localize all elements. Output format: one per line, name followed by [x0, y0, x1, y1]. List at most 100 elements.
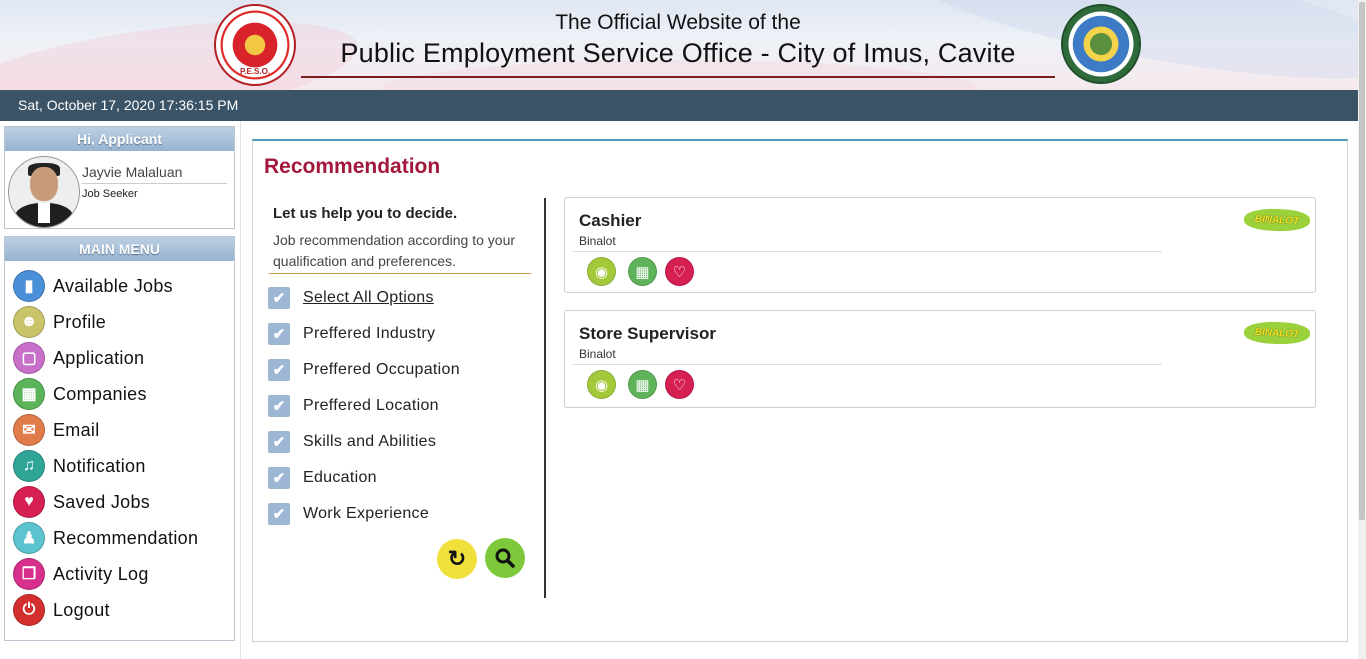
- menu-item-label: Email: [53, 419, 100, 440]
- date-time-bar: Sat, October 17, 2020 17:36:15 PM: [0, 90, 1366, 121]
- main-menu-header: MAIN MENU: [5, 237, 234, 261]
- power-icon: ⏻: [13, 594, 45, 626]
- view-company-button[interactable]: ▦: [628, 370, 657, 399]
- menu-item-companies[interactable]: ▦ Companies: [13, 377, 147, 411]
- option-skills-abilities[interactable]: ✔ Skills and Abilities: [268, 430, 436, 454]
- recommend-icon: ♟: [13, 522, 45, 554]
- checkbox-checked[interactable]: ✔: [268, 359, 290, 381]
- option-label: Preffered Location: [303, 397, 439, 414]
- option-preferred-industry[interactable]: ✔ Preffered Industry: [268, 322, 435, 346]
- header-banner: P.E.S.O. The Official Website of the Pub…: [0, 0, 1366, 90]
- checkbox-checked[interactable]: ✔: [268, 287, 290, 309]
- menu-item-profile[interactable]: ☻ Profile: [13, 305, 106, 339]
- peso-seal-logo: P.E.S.O.: [214, 4, 296, 86]
- menu-item-activity-log[interactable]: ❐ Activity Log: [13, 557, 149, 591]
- view-job-button[interactable]: ◉: [587, 370, 616, 399]
- menu-item-label: Saved Jobs: [53, 491, 151, 512]
- option-label: Preffered Occupation: [303, 361, 460, 378]
- page-title: Recommendation: [264, 155, 441, 178]
- menu-item-logout[interactable]: ⏻ Logout: [13, 593, 110, 627]
- bookmark-icon: ▮: [13, 270, 45, 302]
- menu-item-application[interactable]: ▢ Application: [13, 341, 144, 375]
- menu-item-recommendation[interactable]: ♟ Recommendation: [13, 521, 198, 555]
- job-card[interactable]: Store Supervisor Binalot BINALOT ◉ ▦ ♡: [564, 310, 1316, 408]
- header-title: Public Employment Service Office - City …: [340, 38, 1016, 68]
- save-job-button[interactable]: ♡: [665, 370, 694, 399]
- building-icon: ▦: [635, 263, 650, 281]
- company-logo-text: BINALOT: [1254, 326, 1300, 340]
- company-logo: BINALOT: [1243, 320, 1311, 346]
- menu-item-label: Activity Log: [53, 563, 149, 584]
- activity-log-icon: ❐: [13, 558, 45, 590]
- peso-logo-text: P.E.S.O.: [239, 67, 271, 76]
- checkbox-checked[interactable]: ✔: [268, 503, 290, 525]
- option-preferred-occupation[interactable]: ✔ Preffered Occupation: [268, 358, 460, 382]
- menu-item-notification[interactable]: ♫ Notification: [13, 449, 146, 483]
- option-education[interactable]: ✔ Education: [268, 466, 377, 490]
- checkbox-checked[interactable]: ✔: [268, 431, 290, 453]
- user-icon: ☻: [13, 306, 45, 338]
- heart-icon: ♡: [672, 376, 687, 394]
- option-preferred-location[interactable]: ✔ Preffered Location: [268, 394, 439, 418]
- user-panel: Hi, Applicant Jayvie Malaluan Job Seeker: [4, 126, 235, 229]
- menu-item-email[interactable]: ✉ Email: [13, 413, 100, 447]
- job-company: Binalot: [579, 347, 616, 361]
- heart-icon: ♥: [13, 486, 45, 518]
- eye-icon: ◉: [594, 263, 609, 281]
- checkbox-checked[interactable]: ✔: [268, 467, 290, 489]
- menu-item-label: Logout: [53, 599, 110, 620]
- checkbox-checked[interactable]: ✔: [268, 323, 290, 345]
- greeting-header: Hi, Applicant: [5, 127, 234, 151]
- header-divider: [301, 76, 1055, 78]
- sidebar-divider: [240, 121, 241, 659]
- folder-icon: ▢: [13, 342, 45, 374]
- job-divider: [572, 251, 1162, 252]
- bell-icon: ♫: [13, 450, 45, 482]
- company-logo-text: BINALOT: [1254, 213, 1300, 227]
- view-company-button[interactable]: ▦: [628, 257, 657, 286]
- refresh-button[interactable]: ↻: [437, 539, 477, 579]
- menu-item-available-jobs[interactable]: ▮ Available Jobs: [13, 269, 173, 303]
- recommendation-panel: Recommendation Let us help you to decide…: [252, 139, 1348, 642]
- main-menu: MAIN MENU ▮ Available Jobs ☻ Profile ▢ A…: [4, 236, 235, 641]
- save-job-button[interactable]: ♡: [665, 257, 694, 286]
- user-role: Job Seeker: [82, 188, 138, 200]
- menu-item-label: Recommendation: [53, 527, 199, 548]
- menu-item-label: Companies: [53, 383, 147, 404]
- header-subtitle: The Official Website of the: [555, 11, 801, 34]
- scrollbar-thumb[interactable]: [1359, 2, 1365, 520]
- building-icon: ▦: [13, 378, 45, 410]
- option-label: Preffered Industry: [303, 325, 436, 342]
- menu-item-label: Notification: [53, 455, 146, 476]
- option-label: Education: [303, 469, 377, 486]
- building-icon: ▦: [635, 376, 650, 394]
- job-divider: [572, 364, 1162, 365]
- avatar[interactable]: [8, 156, 80, 228]
- search-icon: [495, 548, 515, 568]
- lungsod-ng-imus-seal-logo: [1061, 4, 1141, 84]
- user-name: Jayvie Malaluan: [82, 164, 227, 184]
- menu-item-saved-jobs[interactable]: ♥ Saved Jobs: [13, 485, 150, 519]
- search-button[interactable]: [485, 538, 525, 578]
- option-label: Work Experience: [303, 505, 430, 522]
- menu-item-label: Profile: [53, 311, 107, 332]
- option-work-experience[interactable]: ✔ Work Experience: [268, 502, 429, 526]
- menu-item-label: Available Jobs: [53, 275, 173, 296]
- help-text: Job recommendation according to your qua…: [273, 232, 516, 269]
- job-card[interactable]: Cashier Binalot BINALOT ◉ ▦ ♡: [564, 197, 1316, 293]
- refresh-icon: ↻: [447, 546, 467, 571]
- option-label: Skills and Abilities: [303, 433, 437, 450]
- option-select-all[interactable]: ✔ Select All Options: [268, 286, 434, 310]
- recommendation-filters: Let us help you to decide. Job recommend…: [268, 198, 546, 598]
- job-title[interactable]: Cashier: [579, 211, 641, 231]
- help-title: Let us help you to decide.: [273, 205, 458, 222]
- job-title[interactable]: Store Supervisor: [579, 324, 716, 344]
- eye-icon: ◉: [594, 376, 609, 394]
- option-label[interactable]: Select All Options: [303, 289, 434, 307]
- help-divider: [269, 273, 531, 274]
- view-job-button[interactable]: ◉: [587, 257, 616, 286]
- checkbox-checked[interactable]: ✔: [268, 395, 290, 417]
- heart-icon: ♡: [672, 263, 687, 281]
- menu-item-label: Application: [53, 347, 145, 368]
- envelope-icon: ✉: [13, 414, 45, 446]
